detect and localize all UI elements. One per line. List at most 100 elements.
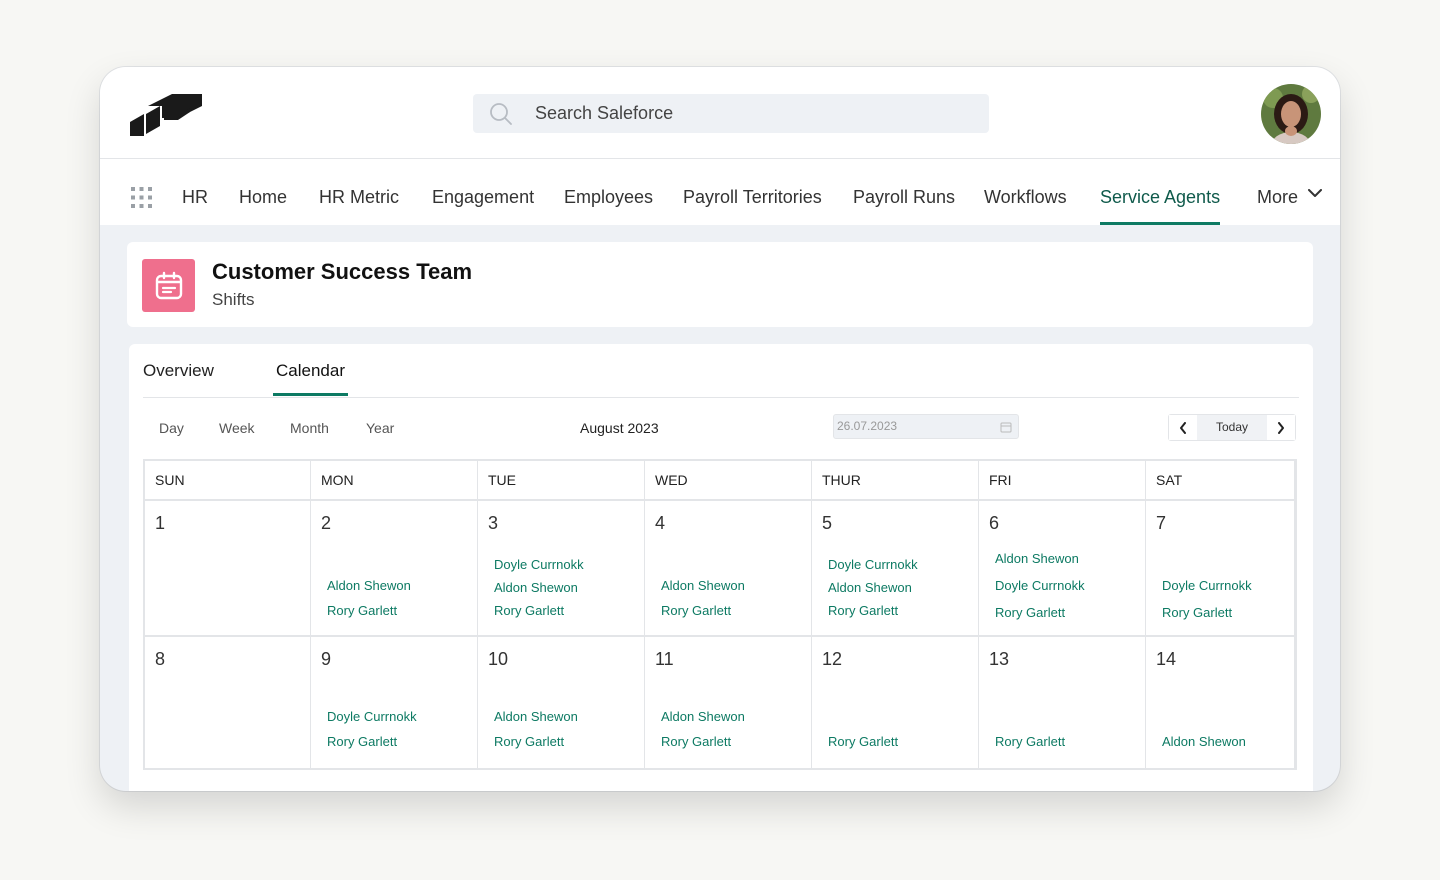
shift-assignment-link[interactable]: Doyle Currnokk xyxy=(327,709,417,724)
shift-assignment-link[interactable]: Doyle Currnokk xyxy=(494,557,584,572)
shift-assignment-link[interactable]: Aldon Shewon xyxy=(995,551,1079,566)
day-number: 9 xyxy=(321,649,332,669)
shift-assignment-link[interactable]: Rory Garlett xyxy=(327,603,397,618)
nav-item-hr-metric[interactable]: HR Metric xyxy=(319,159,399,225)
current-month-label: August 2023 xyxy=(580,420,659,436)
calendar-day-cell[interactable]: 14 Aldon Shewon xyxy=(1146,637,1295,770)
shift-assignment-link[interactable]: Doyle Currnokk xyxy=(828,557,918,572)
top-header xyxy=(100,67,1340,159)
nav-item-workflows[interactable]: Workflows xyxy=(984,159,1067,225)
day-number: 14 xyxy=(1156,649,1177,669)
day-number: 8 xyxy=(155,649,166,669)
calendar-day-cell[interactable]: 1 xyxy=(145,501,311,637)
shift-assignment-link[interactable]: Aldon Shewon xyxy=(661,578,745,593)
app-nav-bar: HR Home HR Metric Engagement Employees P… xyxy=(100,159,1340,225)
calendar-icon xyxy=(142,259,195,312)
month-calendar-grid: SUN MON TUE WED THUR FRI SAT 1 2 Aldon Shewon Ror… xyxy=(143,459,1297,770)
shift-assignment-link[interactable]: Rory Garlett xyxy=(828,603,898,618)
tab-overview[interactable]: Overview xyxy=(143,361,214,396)
shift-assignment-link[interactable]: Rory Garlett xyxy=(1162,605,1232,620)
day-number: 12 xyxy=(822,649,843,669)
calendar-day-cell[interactable]: 10 Aldon Shewon Rory Garlett xyxy=(478,637,645,770)
shift-assignment-link[interactable]: Rory Garlett xyxy=(995,734,1065,749)
view-year-button[interactable]: Year xyxy=(366,420,394,436)
page-subtitle: Shifts xyxy=(212,290,255,309)
shift-assignment-link[interactable]: Doyle Currnokk xyxy=(995,578,1085,593)
day-number: 2 xyxy=(321,513,332,533)
nav-item-more[interactable]: More xyxy=(1257,159,1298,225)
calendar-day-cell[interactable]: 4 Aldon Shewon Rory Garlett xyxy=(645,501,812,637)
nav-item-service-agents[interactable]: Service Agents xyxy=(1100,159,1221,225)
nav-item-engagement[interactable]: Engagement xyxy=(432,159,534,225)
weekday-header-fri: FRI xyxy=(979,461,1146,499)
page-header-card: Customer Success Team Shifts xyxy=(127,242,1313,327)
search-icon xyxy=(490,102,512,125)
tab-divider xyxy=(143,397,1299,398)
date-picker[interactable] xyxy=(833,414,1019,439)
shift-assignment-link[interactable]: Aldon Shewon xyxy=(1162,734,1246,749)
calendar-day-cell[interactable]: 6 Aldon Shewon Doyle Currnokk Rory Garlett xyxy=(979,501,1146,637)
chevron-left-icon xyxy=(1180,421,1186,434)
shift-assignment-link[interactable]: Rory Garlett xyxy=(494,603,564,618)
chevron-down-icon[interactable] xyxy=(1308,189,1322,198)
view-day-button[interactable]: Day xyxy=(159,420,184,436)
weekday-header-wed: WED xyxy=(645,461,812,499)
weekday-header-sun: SUN xyxy=(145,461,311,499)
shift-assignment-link[interactable]: Doyle Currnokk xyxy=(1162,578,1252,593)
calendar-day-cell[interactable]: 11 Aldon Shewon Rory Garlett xyxy=(645,637,812,770)
nav-item-employees[interactable]: Employees xyxy=(564,159,653,225)
shift-assignment-link[interactable]: Aldon Shewon xyxy=(661,709,745,724)
page-title: Customer Success Team xyxy=(212,259,473,284)
day-number: 5 xyxy=(822,513,833,533)
calendar-day-cell[interactable]: 9 Doyle Currnokk Rory Garlett xyxy=(311,637,478,770)
calendar-day-cell[interactable]: 7 Doyle Currnokk Rory Garlett xyxy=(1146,501,1295,637)
app-window: HR Home HR Metric Engagement Employees P… xyxy=(100,67,1340,791)
view-week-button[interactable]: Week xyxy=(219,420,255,436)
date-input[interactable] xyxy=(837,419,987,433)
calendar-day-cell[interactable]: 13 Rory Garlett xyxy=(979,637,1146,770)
calendar-small-icon[interactable] xyxy=(1000,421,1012,433)
shift-assignment-link[interactable]: Rory Garlett xyxy=(661,734,731,749)
search-input[interactable] xyxy=(535,103,955,124)
nav-item-home[interactable]: Home xyxy=(239,159,287,225)
shift-assignment-link[interactable]: Rory Garlett xyxy=(995,605,1065,620)
shift-assignment-link[interactable]: Rory Garlett xyxy=(828,734,898,749)
day-number: 1 xyxy=(155,513,166,533)
shift-assignment-link[interactable]: Aldon Shewon xyxy=(327,578,411,593)
brand-logo-icon[interactable] xyxy=(130,94,202,136)
next-button[interactable] xyxy=(1267,415,1295,440)
day-number: 13 xyxy=(989,649,1010,669)
prev-button[interactable] xyxy=(1169,415,1197,440)
calendar-day-cell[interactable]: 2 Aldon Shewon Rory Garlett xyxy=(311,501,478,637)
shift-assignment-link[interactable]: Rory Garlett xyxy=(327,734,397,749)
calendar-day-cell[interactable]: 5 Doyle Currnokk Aldon Shewon Rory Garlett xyxy=(812,501,979,637)
day-number: 11 xyxy=(655,649,674,669)
tab-calendar[interactable]: Calendar xyxy=(273,361,348,396)
day-number: 3 xyxy=(488,513,499,533)
app-launcher-grid-icon[interactable] xyxy=(131,187,152,208)
today-button[interactable]: Today xyxy=(1197,415,1267,440)
calendar-day-cell[interactable]: 3 Doyle Currnokk Aldon Shewon Rory Garlett xyxy=(478,501,645,637)
calendar-card: Overview Calendar Day Week Month Year Au… xyxy=(129,344,1313,791)
weekday-header-row: SUN MON TUE WED THUR FRI SAT xyxy=(145,461,1295,501)
search-bar[interactable] xyxy=(473,94,989,133)
day-number: 10 xyxy=(488,649,509,669)
user-avatar[interactable] xyxy=(1261,84,1321,144)
view-month-button[interactable]: Month xyxy=(290,420,329,436)
shift-assignment-link[interactable]: Aldon Shewon xyxy=(828,580,912,595)
nav-item-payroll-runs[interactable]: Payroll Runs xyxy=(853,159,955,225)
shift-assignment-link[interactable]: Rory Garlett xyxy=(494,734,564,749)
calendar-day-cell[interactable]: 8 xyxy=(145,637,311,770)
weekday-header-sat: SAT xyxy=(1146,461,1295,499)
day-number: 4 xyxy=(655,513,666,533)
nav-item-hr[interactable]: HR xyxy=(182,159,208,225)
shift-assignment-link[interactable]: Rory Garlett xyxy=(661,603,731,618)
day-number: 6 xyxy=(989,513,1000,533)
chevron-right-icon xyxy=(1278,421,1284,434)
shift-assignment-link[interactable]: Aldon Shewon xyxy=(494,580,578,595)
shift-assignment-link[interactable]: Aldon Shewon xyxy=(494,709,578,724)
weekday-header-tue: TUE xyxy=(478,461,645,499)
weekday-header-thur: THUR xyxy=(812,461,979,499)
nav-item-payroll-territories[interactable]: Payroll Territories xyxy=(683,159,822,225)
calendar-day-cell[interactable]: 12 Rory Garlett xyxy=(812,637,979,770)
